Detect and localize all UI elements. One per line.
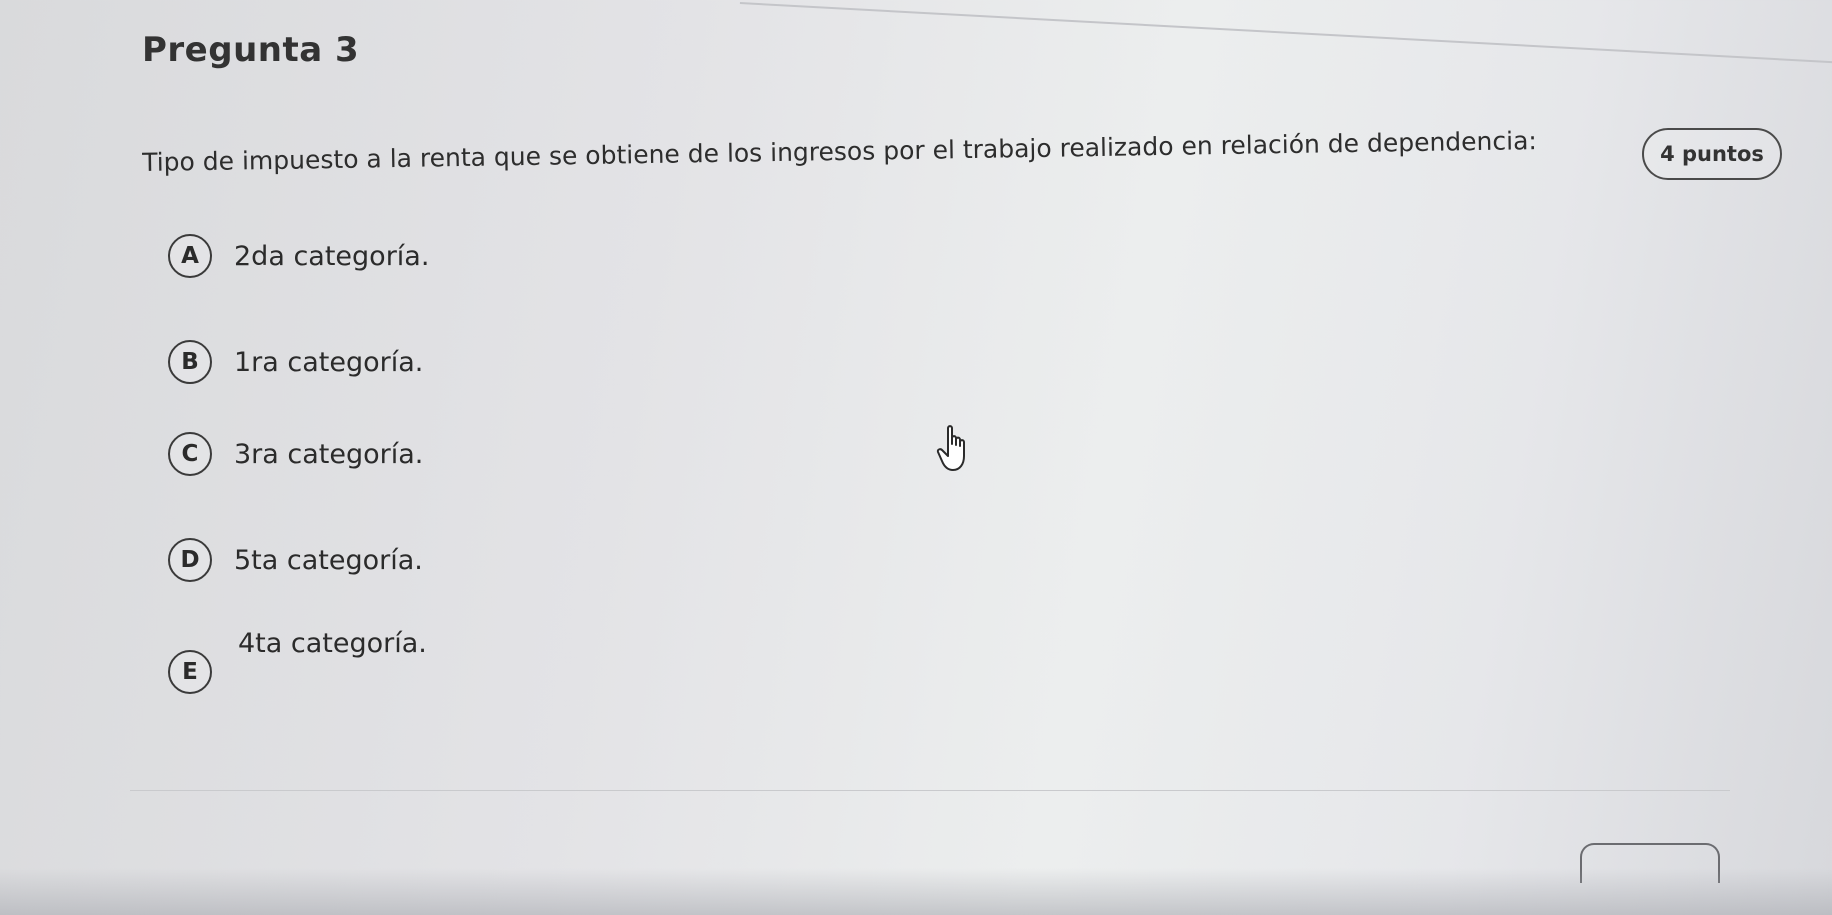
option-label-a[interactable]: 2da categoría.	[234, 241, 429, 272]
points-badge: 4 puntos	[1642, 128, 1782, 180]
question-text: Tipo de impuesto a la renta que se obtie…	[142, 126, 1538, 177]
question-title: Pregunta 3	[142, 30, 360, 70]
hand-pointer-icon	[936, 425, 965, 471]
bottom-shade	[0, 868, 1832, 915]
option-e[interactable]: E 4ta categoría.	[168, 628, 427, 694]
option-c[interactable]: C 3ra categoría.	[168, 432, 423, 476]
option-label-d[interactable]: 5ta categoría.	[234, 545, 423, 576]
option-letter-c[interactable]: C	[168, 432, 212, 476]
option-label-e[interactable]: 4ta categoría.	[238, 628, 427, 659]
option-b[interactable]: B 1ra categoría.	[168, 340, 423, 384]
option-letter-d[interactable]: D	[168, 538, 212, 582]
option-letter-a[interactable]: A	[168, 234, 212, 278]
option-letter-e[interactable]: E	[168, 650, 212, 694]
option-label-b[interactable]: 1ra categoría.	[234, 347, 423, 378]
option-a[interactable]: A 2da categoría.	[168, 234, 429, 278]
option-label-c[interactable]: 3ra categoría.	[234, 439, 423, 470]
section-divider	[130, 790, 1730, 791]
top-border-line	[739, 2, 1832, 64]
option-d[interactable]: D 5ta categoría.	[168, 538, 423, 582]
option-letter-b[interactable]: B	[168, 340, 212, 384]
